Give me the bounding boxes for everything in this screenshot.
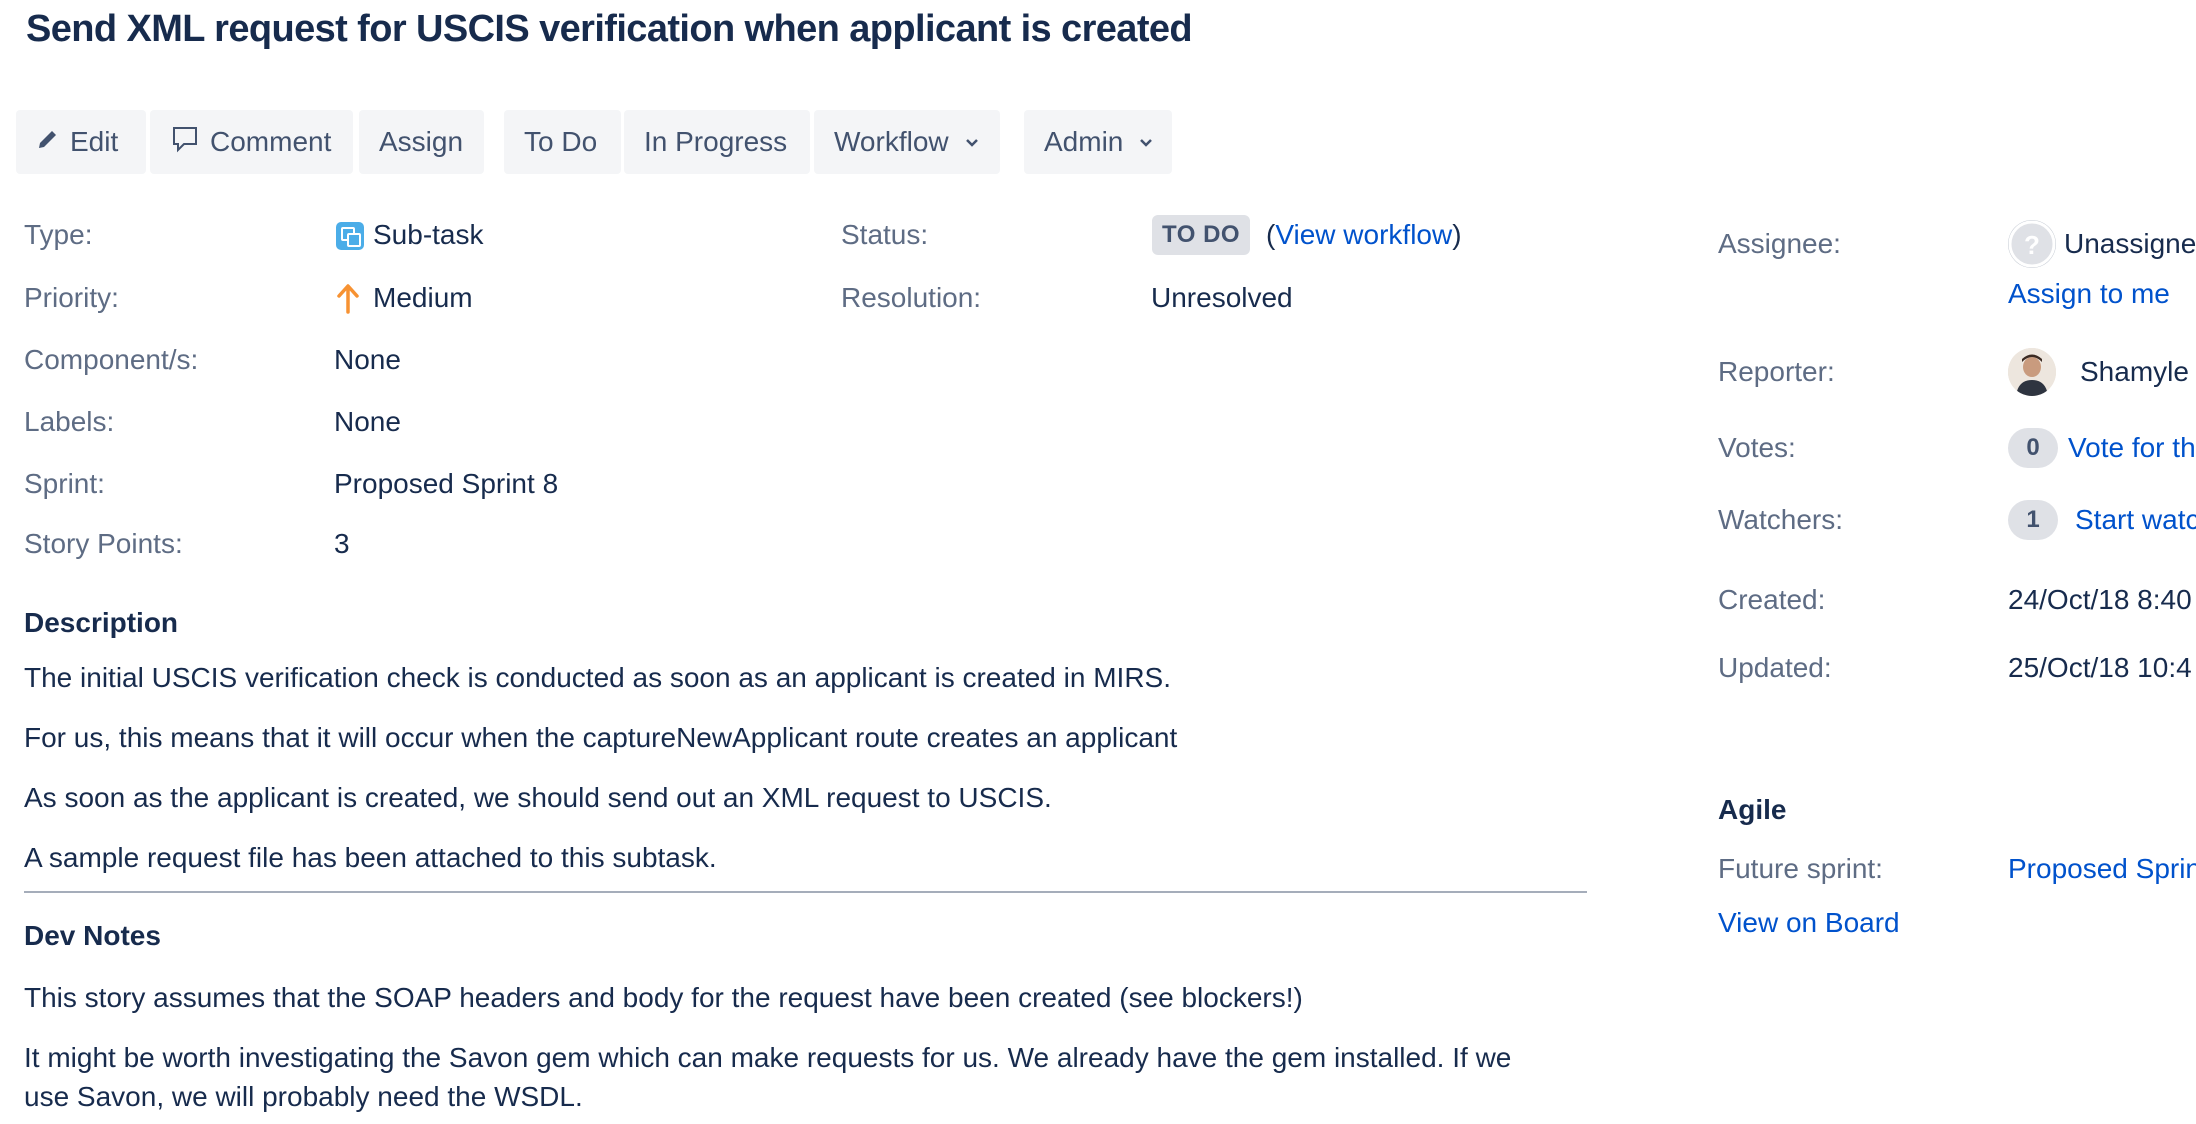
watchers-label: Watchers: <box>1718 504 1843 535</box>
votes-count-badge: 0 <box>2008 428 2058 468</box>
description-heading: Description <box>24 607 179 638</box>
subtask-icon <box>336 222 364 250</box>
arrow-up-icon <box>336 282 360 319</box>
dev-notes-paragraph: use Savon, we will probably need the WSD… <box>24 1081 583 1112</box>
unassigned-avatar-icon: ? <box>2008 220 2056 268</box>
priority-value: Medium <box>373 282 473 313</box>
vote-link[interactable]: Vote for th <box>2068 432 2196 464</box>
to-do-button[interactable]: To Do <box>504 110 621 174</box>
in-progress-label: In Progress <box>644 126 788 157</box>
description-paragraph: The initial USCIS verification check is … <box>24 662 1172 693</box>
sprint-value: Proposed Sprint 8 <box>334 468 559 499</box>
description-paragraph: For us, this means that it will occur wh… <box>24 722 1178 753</box>
assign-label: Assign <box>379 126 464 157</box>
assignee-value: Unassigne <box>2064 228 2196 259</box>
dev-notes-heading: Dev Notes <box>24 920 161 951</box>
created-value: 24/Oct/18 8:40 <box>2008 584 2192 615</box>
created-label: Created: <box>1718 584 1826 615</box>
votes-label: Votes: <box>1718 432 1796 463</box>
start-watching-link[interactable]: Start watc <box>2075 504 2196 536</box>
sprint-label: Sprint: <box>24 468 105 499</box>
story-points-label: Story Points: <box>24 528 183 559</box>
pencil-icon <box>36 126 60 158</box>
assignee-label: Assignee: <box>1718 228 1841 259</box>
admin-label: Admin <box>1044 126 1124 157</box>
reporter-value: Shamyle <box>2080 356 2189 387</box>
view-workflow-group: (View workflow) <box>1266 219 1462 250</box>
to-do-label: To Do <box>524 126 598 157</box>
updated-value: 25/Oct/18 10:4 <box>2008 652 2192 683</box>
status-label: Status: <box>841 219 929 250</box>
description-paragraph: A sample request file has been attached … <box>24 842 717 873</box>
description-paragraph: As soon as the applicant is created, we … <box>24 782 1052 813</box>
future-sprint-label: Future sprint: <box>1718 853 1883 884</box>
updated-label: Updated: <box>1718 652 1832 683</box>
view-workflow-link[interactable]: View workflow <box>1275 219 1452 250</box>
labels-value: None <box>334 406 401 437</box>
type-label: Type: <box>24 219 93 250</box>
svg-text:?: ? <box>2024 230 2040 260</box>
dev-notes-paragraph: This story assumes that the SOAP headers… <box>24 982 1303 1013</box>
comment-icon <box>170 124 200 161</box>
components-label: Component/s: <box>24 344 199 375</box>
edit-label: Edit <box>70 126 119 157</box>
components-value: None <box>334 344 401 375</box>
view-on-board-link[interactable]: View on Board <box>1718 907 1900 939</box>
story-points-value: 3 <box>334 528 350 559</box>
reporter-label: Reporter: <box>1718 356 1835 387</box>
issue-title: Send XML request for USCIS verification … <box>26 8 1193 50</box>
status-lozenge: TO DO <box>1152 215 1251 255</box>
in-progress-button[interactable]: In Progress <box>624 110 810 174</box>
section-divider <box>24 891 1587 893</box>
future-sprint-link[interactable]: Proposed Sprin <box>2008 853 2196 885</box>
assign-to-me-link[interactable]: Assign to me <box>2008 278 2170 310</box>
priority-label: Priority: <box>24 282 119 313</box>
chevron-down-icon <box>965 132 979 153</box>
reporter-avatar <box>2008 348 2056 396</box>
watchers-count-badge: 1 <box>2008 500 2058 540</box>
labels-label: Labels: <box>24 406 115 437</box>
comment-label: Comment <box>210 126 332 157</box>
workflow-dropdown[interactable]: Workflow <box>814 110 1000 174</box>
resolution-label: Resolution: <box>841 282 982 313</box>
chevron-down-icon <box>1139 132 1153 153</box>
agile-heading: Agile <box>1718 794 1787 825</box>
resolution-value: Unresolved <box>1151 282 1293 313</box>
dev-notes-paragraph: It might be worth investigating the Savo… <box>24 1042 1512 1073</box>
assign-button[interactable]: Assign <box>359 110 484 174</box>
workflow-label: Workflow <box>834 126 949 157</box>
edit-button[interactable]: Edit <box>16 110 146 174</box>
type-value: Sub-task <box>373 219 484 250</box>
admin-dropdown[interactable]: Admin <box>1024 110 1172 174</box>
comment-button[interactable]: Comment <box>150 110 353 174</box>
